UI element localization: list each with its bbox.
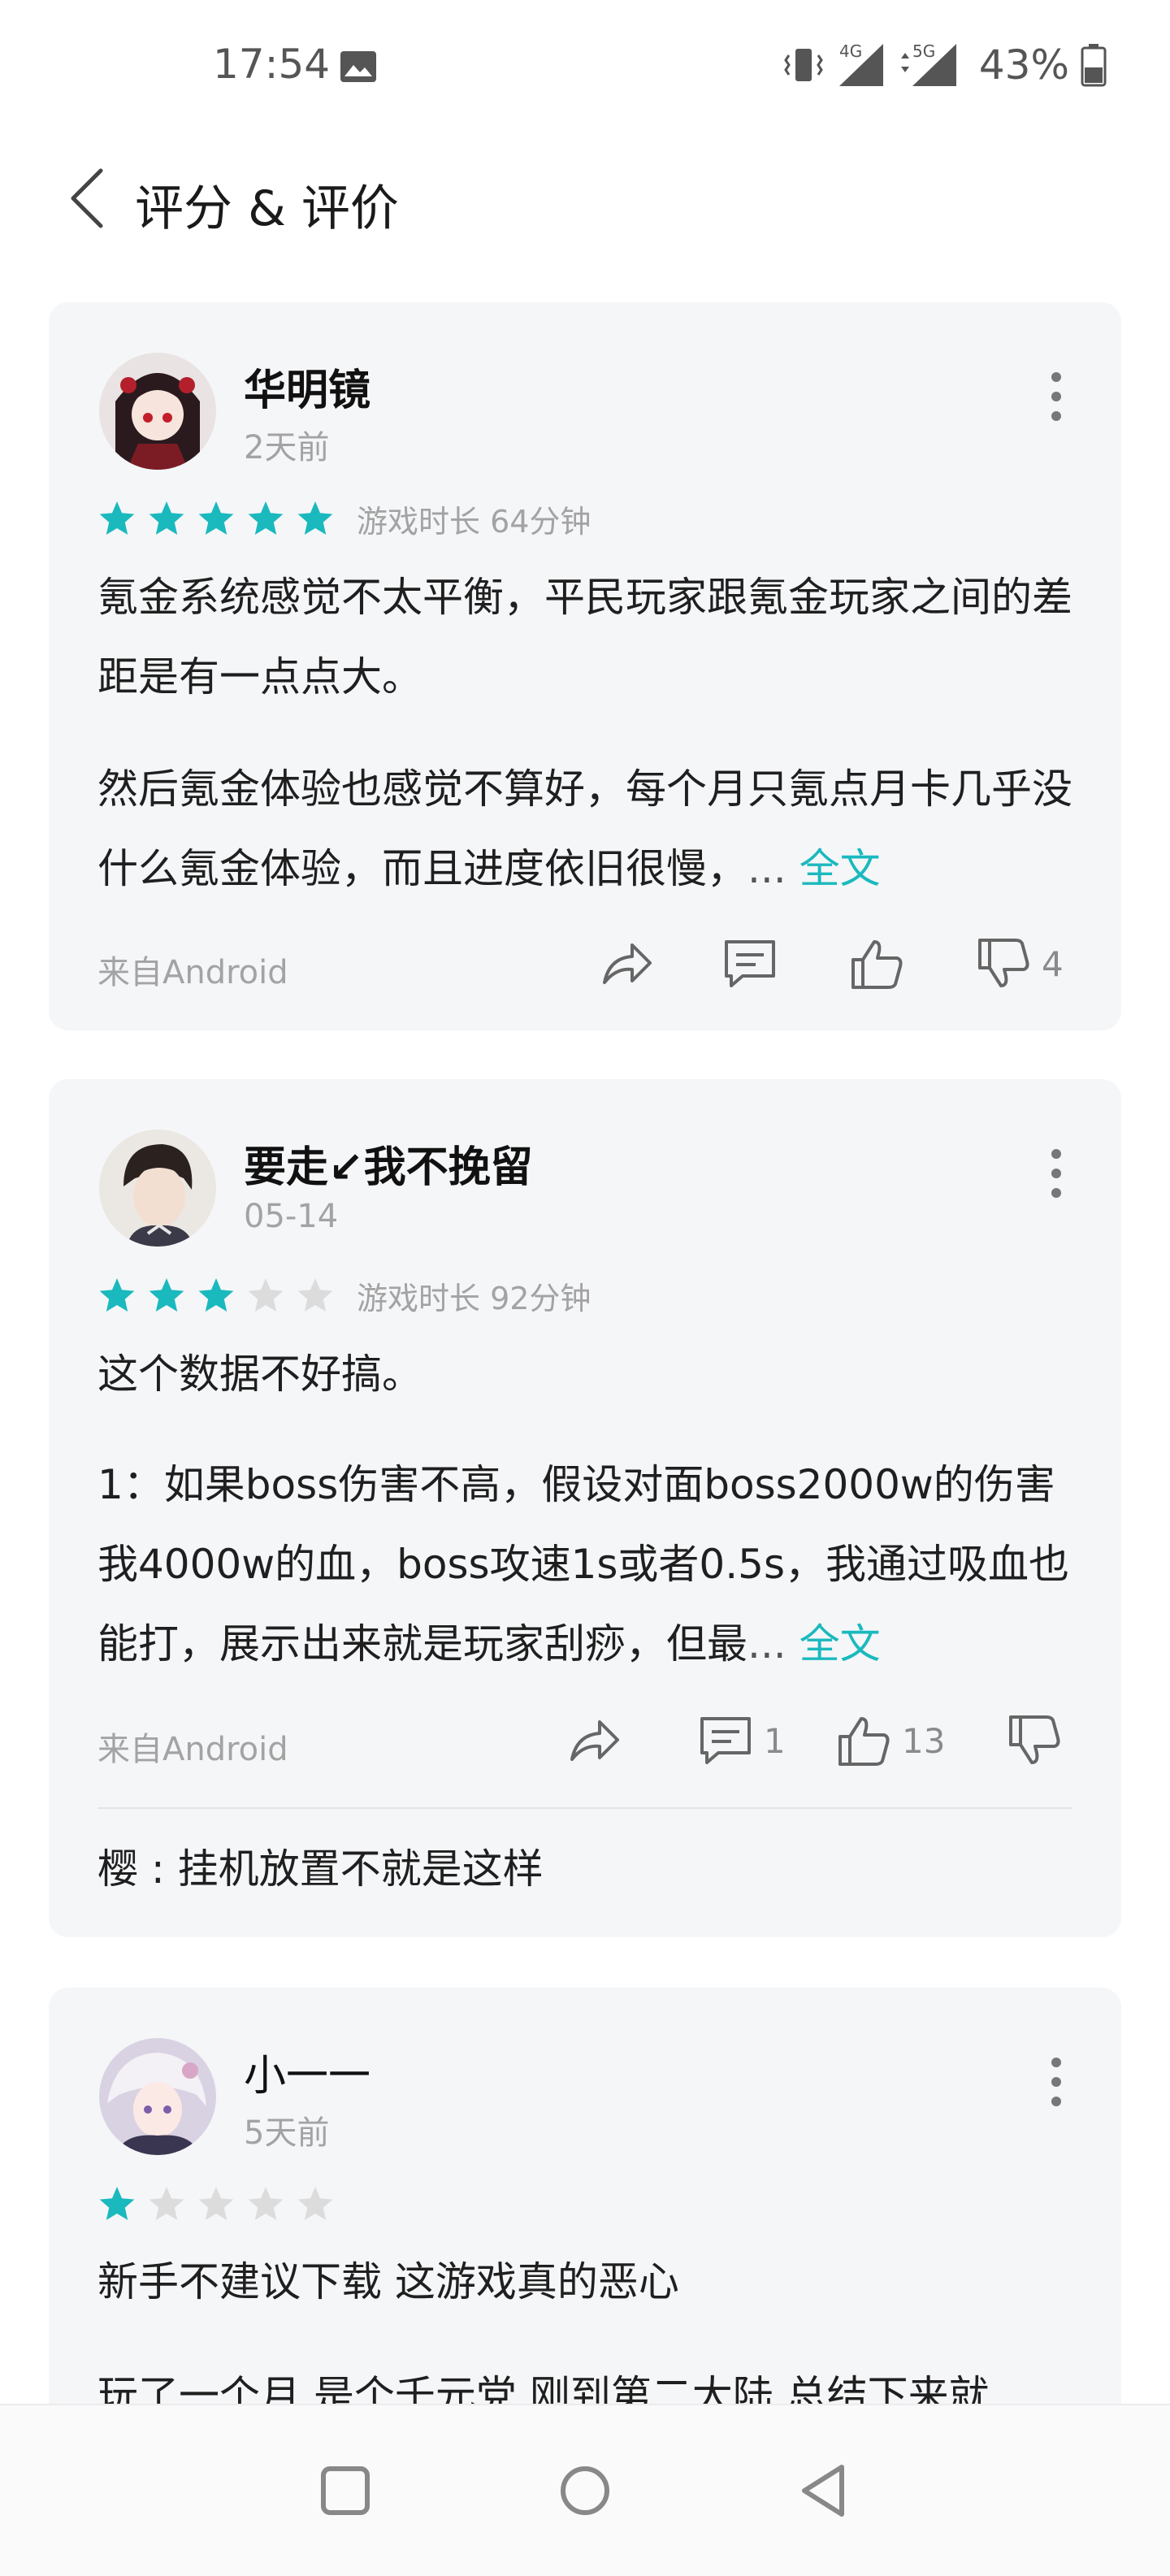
reply-text[interactable]: 樱 : 挂机放置不就是这样 bbox=[98, 1837, 544, 1895]
page-title: 评分 & 评价 bbox=[135, 180, 399, 237]
nav-square-icon[interactable] bbox=[309, 2454, 382, 2527]
star-icon bbox=[248, 1278, 284, 1312]
user-name[interactable]: 华明镜 bbox=[244, 356, 370, 417]
more-vert-icon[interactable] bbox=[1040, 364, 1072, 429]
star-icon bbox=[149, 2187, 184, 2220]
thumbs-up-icon bbox=[852, 940, 903, 989]
share-icon bbox=[603, 943, 652, 984]
rating-row bbox=[98, 2181, 345, 2227]
review-paragraph: 然后氪金体验也感觉不算好，每个月只氪点月卡几乎没什么氪金体验，而且进度依旧很慢， bbox=[98, 765, 1072, 892]
star-icon bbox=[297, 1278, 333, 1312]
dislike-button[interactable]: 4 bbox=[975, 931, 1064, 996]
like-button[interactable]: 13 bbox=[835, 1708, 945, 1773]
comment-button[interactable]: 1 bbox=[697, 1708, 786, 1773]
avatar[interactable] bbox=[99, 1130, 216, 1247]
star-icon bbox=[149, 1278, 184, 1312]
full-text-link[interactable]: 全文 bbox=[800, 845, 881, 892]
dislike-button[interactable] bbox=[1006, 1708, 1063, 1773]
avatar-image bbox=[99, 1130, 216, 1247]
ellipsis: ... bbox=[748, 1620, 786, 1667]
review-source: 来自Android bbox=[98, 1731, 288, 1768]
header: 评分 & 评价 bbox=[0, 138, 1170, 260]
like-count: 13 bbox=[902, 1720, 946, 1761]
share-icon bbox=[570, 1720, 619, 1761]
thumbs-down-icon bbox=[978, 939, 1029, 987]
star-icon bbox=[248, 501, 284, 535]
play-time: 游戏时长 92分钟 bbox=[357, 1280, 592, 1316]
more-vert-icon[interactable] bbox=[1040, 2049, 1072, 2114]
star-icon bbox=[248, 2187, 284, 2220]
divider bbox=[98, 1807, 1072, 1809]
rating-row: 游戏时长 92分钟 bbox=[98, 1273, 591, 1318]
avatar-image bbox=[99, 353, 216, 470]
comment-button[interactable] bbox=[722, 931, 778, 996]
review-paragraph: 新手不建议下载 这游戏真的恶心 bbox=[98, 2258, 679, 2305]
more-vert-icon[interactable] bbox=[1040, 1141, 1072, 1206]
star-icon bbox=[99, 1278, 135, 1312]
star-icon bbox=[297, 501, 333, 535]
comment-count: 1 bbox=[764, 1720, 786, 1761]
avatar[interactable] bbox=[99, 2038, 216, 2155]
review-date: 5天前 bbox=[244, 2114, 330, 2152]
vibrate-icon bbox=[784, 49, 823, 81]
comment-icon bbox=[725, 940, 775, 987]
status-icons: 4G 5G 43% bbox=[782, 39, 1107, 91]
nav-circle-icon[interactable] bbox=[548, 2454, 622, 2527]
review-paragraph: 这个数据不好搞。 bbox=[98, 1351, 422, 1398]
review-paragraph-truncated: 1：如果boss伤害不高，假设对面boss2000w的伤害我4000w的血，bo… bbox=[98, 1445, 1072, 1684]
review-card: 小一一 5天前 新手不建议下载 这游戏真的恶心 玩了一个月 是个千元党 刚到第二… bbox=[49, 1988, 1121, 2475]
review-date: 2天前 bbox=[244, 429, 330, 466]
avatar-image bbox=[99, 2038, 216, 2155]
battery-percent: 43% bbox=[978, 41, 1069, 89]
ellipsis: ... bbox=[748, 845, 786, 892]
status-time: 17:54 bbox=[213, 41, 331, 88]
navigation-bar bbox=[0, 2404, 1170, 2576]
review-card: 华明镜 2天前 游戏时长 64分钟 氪金系统感觉不太平衡，平民玩家跟氪金玩家之间… bbox=[49, 302, 1121, 1030]
play-time: 游戏时长 64分钟 bbox=[357, 503, 592, 540]
review-footer: 来自Android 4 bbox=[98, 931, 1072, 996]
full-text-link[interactable]: 全文 bbox=[800, 1620, 881, 1667]
network-1-label: 4G bbox=[839, 41, 862, 61]
user-name[interactable]: 要走↙我不挽留 bbox=[244, 1133, 533, 1194]
review-paragraph-truncated: 然后氪金体验也感觉不算好，每个月只氪点月卡几乎没什么氪金体验，而且进度依旧很慢，… bbox=[98, 749, 1072, 909]
star-icon bbox=[149, 501, 184, 535]
network-2-label: 5G bbox=[912, 41, 935, 61]
share-button[interactable] bbox=[566, 1708, 622, 1773]
star-icon bbox=[198, 2187, 234, 2220]
back-arrow-icon[interactable] bbox=[62, 166, 119, 231]
user-name[interactable]: 小一一 bbox=[244, 2041, 370, 2102]
review-card: 要走↙我不挽留 05-14 游戏时长 92分钟 这个数据不好搞。 1：如果bos… bbox=[49, 1079, 1121, 1937]
like-button[interactable] bbox=[848, 931, 915, 996]
review-source: 来自Android bbox=[98, 954, 288, 991]
signal-icon: 5G bbox=[900, 41, 956, 86]
star-icon bbox=[198, 1278, 234, 1312]
review-footer: 来自Android 1 13 bbox=[98, 1708, 1072, 1773]
battery-icon bbox=[1081, 44, 1107, 87]
thumbs-down-icon bbox=[1009, 1715, 1060, 1764]
rating-row: 游戏时长 64分钟 bbox=[98, 496, 591, 541]
share-button[interactable] bbox=[598, 931, 655, 996]
status-bar: 17:54 4G 5G 43% bbox=[0, 0, 1170, 130]
comment-icon bbox=[700, 1717, 751, 1764]
star-icon bbox=[198, 501, 234, 535]
gallery-icon bbox=[340, 51, 376, 82]
star-icon bbox=[99, 501, 135, 535]
star-icon bbox=[297, 2187, 333, 2220]
dislike-count: 4 bbox=[1042, 943, 1064, 984]
thumbs-up-icon bbox=[838, 1717, 890, 1766]
nav-triangle-icon[interactable] bbox=[788, 2454, 861, 2527]
signal-icon: 4G bbox=[838, 41, 883, 86]
star-icon bbox=[99, 2187, 135, 2220]
review-date: 05-14 bbox=[244, 1198, 339, 1235]
review-paragraph: 氪金系统感觉不太平衡，平民玩家跟氪金玩家之间的差距是有一点点大。 bbox=[98, 574, 1072, 700]
review-paragraph: 1：如果boss伤害不高，假设对面boss2000w的伤害我4000w的血，bo… bbox=[98, 1461, 1069, 1667]
avatar[interactable] bbox=[99, 353, 216, 470]
